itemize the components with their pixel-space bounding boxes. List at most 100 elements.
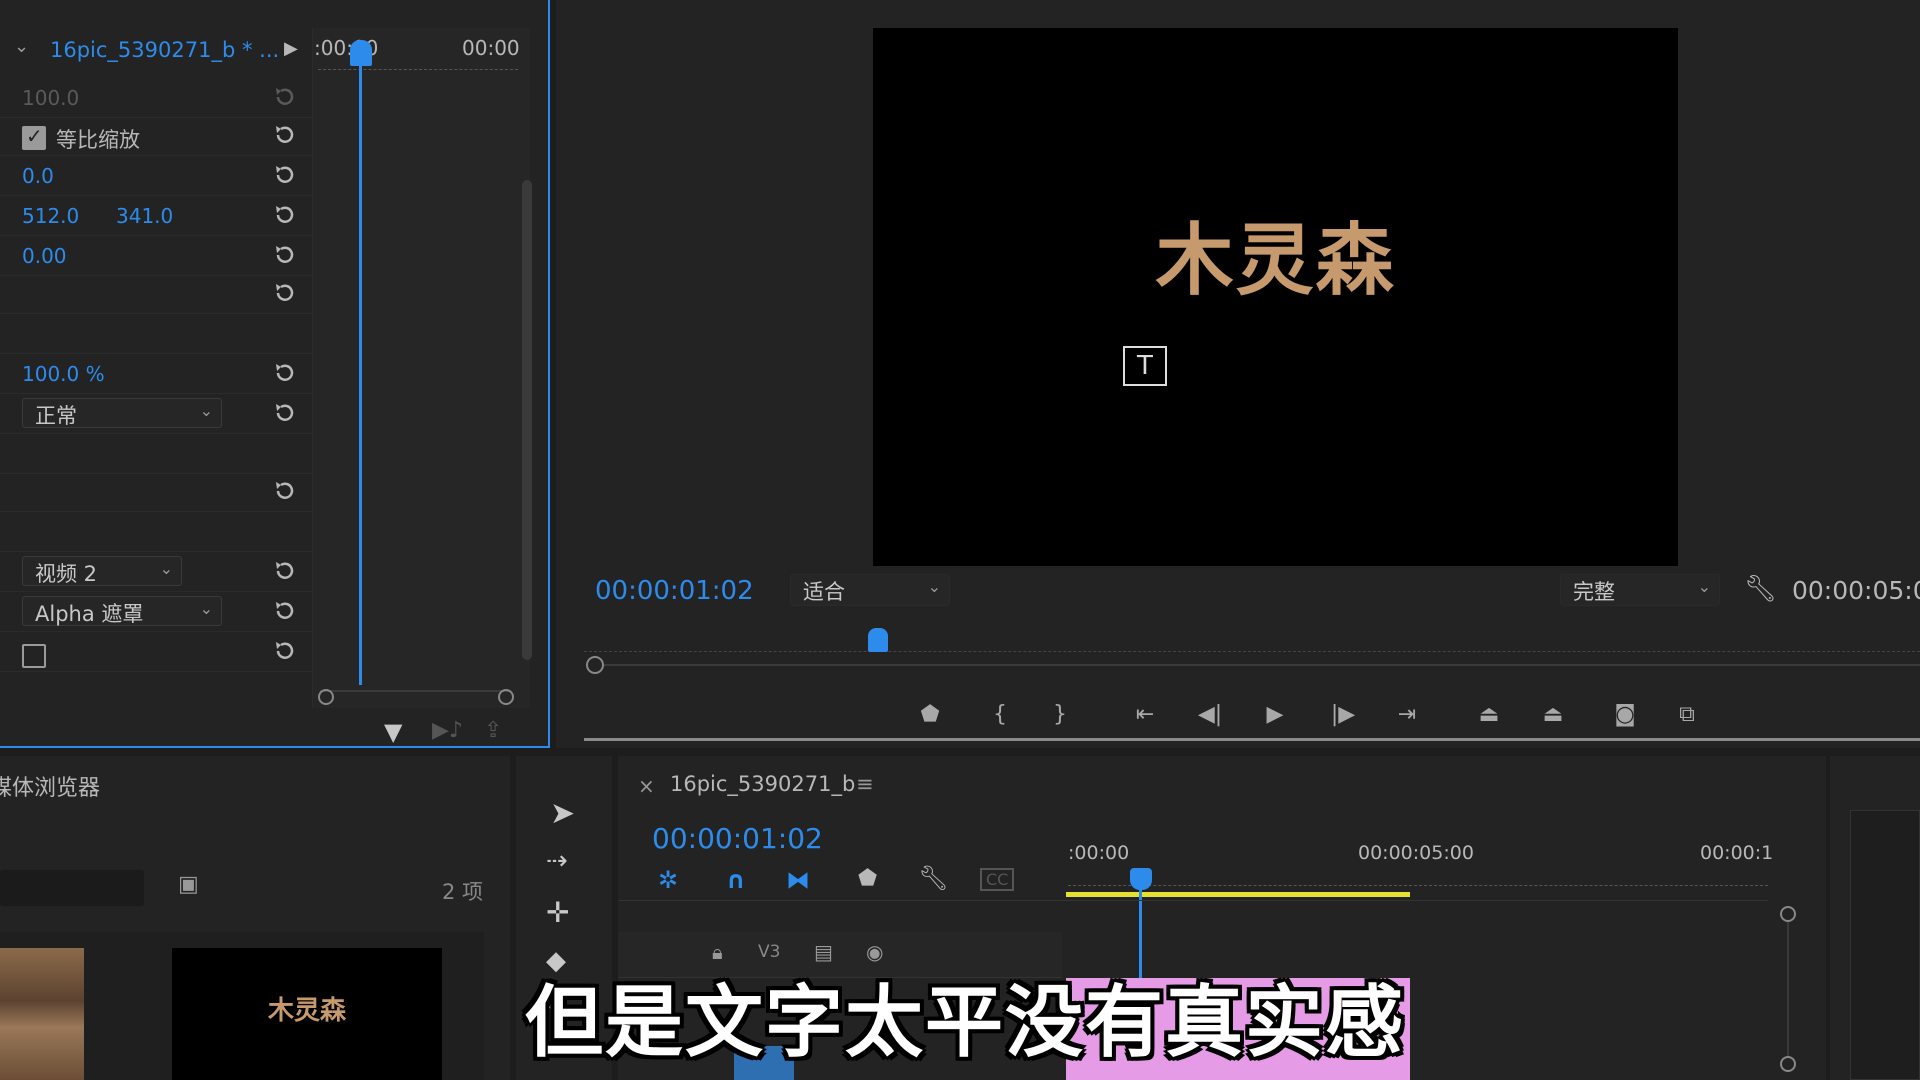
program-zoom-handle[interactable] <box>586 656 604 674</box>
effect-playhead-line <box>359 60 362 685</box>
row-anchor-point: 512.0 341.0 <box>0 198 312 236</box>
chevron-down-icon: ⌄ <box>199 401 213 420</box>
uniform-scale-label: 等比缩放 <box>56 128 140 152</box>
go-to-in-icon[interactable]: ⇤ <box>1130 700 1160 730</box>
blend-mode-dropdown[interactable]: 正常 ⌄ <box>22 398 222 428</box>
export-icon[interactable]: ⇪ <box>484 718 502 743</box>
clip-name-tab[interactable]: 16pic_5390271_b * ... <box>50 38 279 62</box>
row-matte-type: Alpha 遮罩 ⌄ <box>0 594 312 632</box>
step-forward-icon[interactable]: |▶ <box>1328 700 1358 730</box>
program-ruler <box>584 640 1920 652</box>
reset-icon[interactable] <box>272 122 298 148</box>
opacity-value[interactable]: 100.0 % <box>22 362 105 386</box>
program-playhead[interactable] <box>868 628 888 652</box>
selection-tool-icon[interactable]: ➤ <box>550 796 575 831</box>
reverse-checkbox[interactable] <box>22 644 46 668</box>
wrench-icon[interactable]: 🔧︎ <box>1744 574 1777 604</box>
quality-dropdown[interactable]: 完整 ⌄ <box>1560 574 1720 606</box>
program-zoom-bar[interactable] <box>604 664 1920 666</box>
new-folder-icon[interactable]: ▣ <box>178 872 199 897</box>
zoom-handle-left[interactable] <box>318 689 334 705</box>
sequence-tab[interactable]: 16pic_5390271_b <box>670 772 855 796</box>
reset-icon[interactable] <box>272 202 298 228</box>
linked-selection-icon[interactable]: ⧓ <box>786 866 810 894</box>
reset-icon[interactable] <box>272 598 298 624</box>
reset-icon[interactable] <box>272 242 298 268</box>
audio-meter <box>1850 810 1920 1080</box>
reset-icon[interactable] <box>272 558 298 584</box>
play-audio-icon[interactable]: ▶♪ <box>432 718 463 743</box>
program-duration: 00:00:05:0 <box>1792 576 1920 605</box>
subtitle-caption: 但是文字太平没有真实感 <box>524 978 1405 1068</box>
row-rotation: 0.0 <box>0 158 312 196</box>
media-browser-title[interactable]: 媒体浏览器 <box>0 770 100 802</box>
blend-mode-value: 正常 <box>35 404 77 428</box>
program-panel-bottom-border <box>584 738 1920 741</box>
matte-source-dropdown[interactable]: 视频 2 ⌄ <box>22 556 182 586</box>
timeline-settings-wrench-icon[interactable]: 🔧︎ <box>918 864 948 892</box>
effect-controls-panel: ⌄ 16pic_5390271_b * ... ▶ :00:00 00:00 ▼… <box>0 0 550 748</box>
fit-dropdown[interactable]: 适合 ⌄ <box>790 574 950 606</box>
add-marker-icon[interactable]: ⬟ <box>915 700 945 730</box>
vscroll-handle-top[interactable] <box>1780 906 1796 922</box>
zoom-handle-right[interactable] <box>498 689 514 705</box>
reset-icon[interactable] <box>272 360 298 386</box>
fit-value: 适合 <box>803 580 845 604</box>
timeline-timecode[interactable]: 00:00:01:02 <box>652 822 823 855</box>
row-scale-width: 100.0 <box>0 80 312 118</box>
reset-icon[interactable] <box>272 280 298 306</box>
extract-icon[interactable]: ⏏ <box>1538 700 1568 730</box>
vscroll-bar[interactable] <box>1787 922 1789 1058</box>
wood-thumbnail[interactable] <box>0 948 84 1080</box>
uniform-scale-checkbox[interactable] <box>22 124 46 150</box>
mark-out-icon[interactable]: } <box>1045 700 1075 730</box>
work-area-bar[interactable] <box>1066 892 1410 897</box>
effect-ruler <box>318 62 518 70</box>
collapse-chevron-icon[interactable]: ⌄ <box>14 36 29 57</box>
close-tab-icon[interactable]: × <box>638 774 655 798</box>
title-thumbnail[interactable]: 木灵森 <box>172 948 442 1080</box>
reset-icon[interactable] <box>272 638 298 664</box>
media-search-input[interactable] <box>0 870 144 906</box>
row-motion-reset <box>0 276 312 314</box>
program-timecode[interactable]: 00:00:01:02 <box>595 576 754 606</box>
compare-view-icon[interactable]: ⧉ <box>1672 700 1702 730</box>
reset-icon[interactable] <box>272 84 298 110</box>
go-to-out-icon[interactable]: ⇥ <box>1392 700 1422 730</box>
matte-type-dropdown[interactable]: Alpha 遮罩 ⌄ <box>22 596 222 626</box>
lift-icon[interactable]: ⏏ <box>1474 700 1504 730</box>
vscroll-handle-bottom[interactable] <box>1780 1056 1796 1072</box>
menu-icon[interactable]: ≡ <box>856 772 874 796</box>
snap-magnet-icon[interactable]: ∩ <box>726 866 746 894</box>
ripple-edit-tool-icon[interactable]: ✛ <box>546 896 569 929</box>
reset-icon[interactable] <box>272 162 298 188</box>
effect-timeline[interactable] <box>312 28 530 708</box>
track-v3-label[interactable]: V3 <box>758 942 780 962</box>
row-spacer <box>0 514 312 552</box>
play-icon[interactable]: ▶ <box>1260 700 1290 730</box>
add-marker-icon[interactable]: ⬟ <box>858 866 877 891</box>
rotation-value[interactable]: 0.0 <box>22 164 54 188</box>
track-select-tool-icon[interactable]: ⇢ <box>546 846 568 876</box>
antiflicker-value[interactable]: 0.00 <box>22 244 67 268</box>
scale-width-value[interactable]: 100.0 <box>22 86 79 110</box>
video-preview[interactable]: 木灵森 T <box>873 28 1678 566</box>
mark-in-icon[interactable]: { <box>985 700 1015 730</box>
camera-icon[interactable]: ◙ <box>1610 700 1640 730</box>
track-divider <box>618 900 1768 901</box>
nest-toggle-icon[interactable]: ✲ <box>658 866 678 894</box>
quality-value: 完整 <box>1573 580 1615 604</box>
step-back-icon[interactable]: ◀| <box>1195 700 1225 730</box>
ruler-label-2: 00:00:1 <box>1700 842 1774 864</box>
captions-icon[interactable]: CC <box>980 868 1015 891</box>
expand-arrow-icon[interactable]: ▶ <box>284 38 298 59</box>
effect-scrollbar[interactable] <box>522 180 532 660</box>
reset-icon[interactable] <box>272 478 298 504</box>
anchor-y-value[interactable]: 341.0 <box>116 204 173 228</box>
anchor-x-value[interactable]: 512.0 <box>22 204 79 228</box>
effect-zoom-bar[interactable] <box>320 690 510 704</box>
chevron-down-icon: ⌄ <box>159 559 173 578</box>
filter-icon[interactable]: ▼ <box>384 718 402 746</box>
chevron-down-icon: ⌄ <box>927 577 941 596</box>
reset-icon[interactable] <box>272 400 298 426</box>
